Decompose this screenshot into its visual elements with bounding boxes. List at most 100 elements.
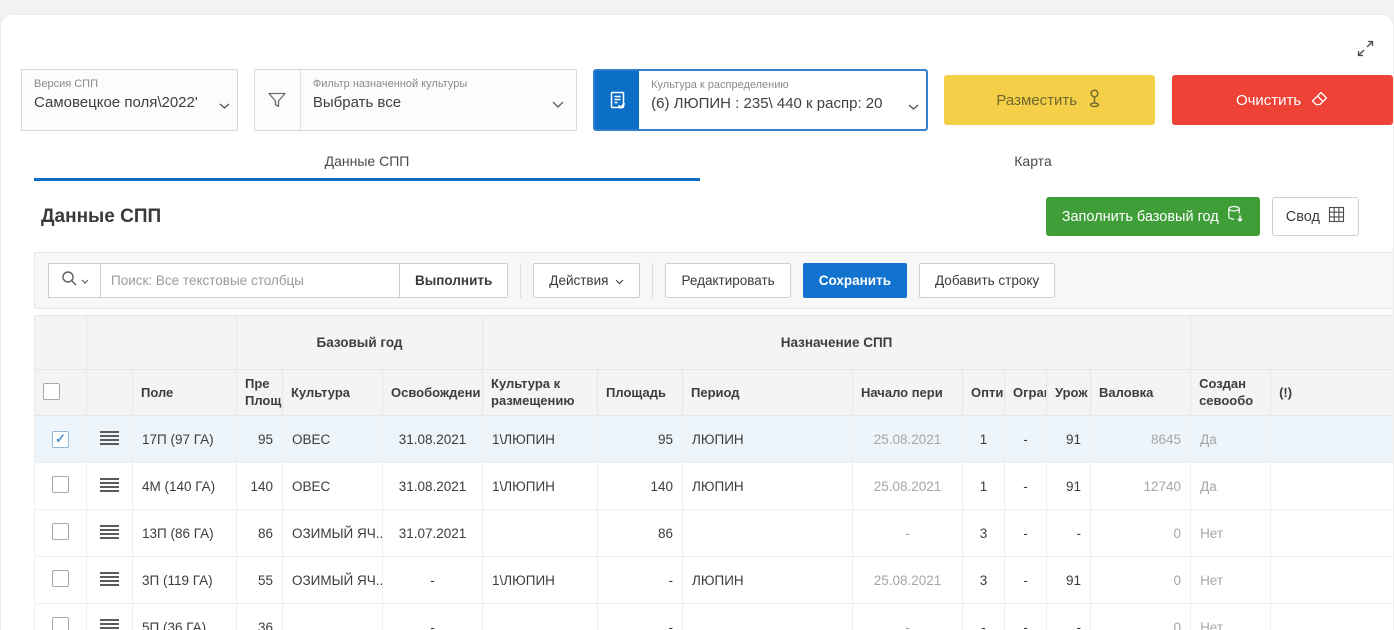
cell-optimal: 1 [963,463,1005,510]
cell-rotation-created: Нет [1191,604,1271,630]
cell-period-start: - [853,510,963,557]
version-select[interactable]: Версия СПП Самовецкое поля\2022' [21,69,238,131]
save-button[interactable]: Сохранить [803,263,907,298]
cell-period-start: - [853,604,963,630]
cell-culture [283,604,383,630]
fill-base-year-label: Заполнить базовый год [1062,209,1219,225]
col-period[interactable]: Период [683,370,853,416]
actions-button-label: Действия [549,273,608,288]
cell-gross: 8645 [1091,416,1191,463]
cell-field: 4М (140 ГА) [133,463,237,510]
cell-optimal: 3 [963,510,1005,557]
table-row[interactable]: 4М (140 ГА) 140 ОВЕС 31.08.2021 1\ЛЮПИН … [35,463,1394,510]
cell-culture-to-place [483,510,598,557]
col-field[interactable]: Поле [133,370,237,416]
actions-button[interactable]: Действия [533,263,640,298]
toolbar-divider [652,263,653,298]
cell-culture: ОВЕС [283,463,383,510]
cell-period-start: 25.08.2021 [853,416,963,463]
tab-map-label: Карта [1014,153,1051,169]
cell-culture: ОЗИМЫЙ ЯЧ... [283,557,383,604]
search-input[interactable] [100,263,400,298]
cell-area: 95 [598,416,683,463]
col-warning[interactable]: (!) [1271,370,1394,416]
cell-prev-area: 140 [237,463,283,510]
tab-map[interactable]: Карта [700,143,1366,181]
cell-field: 3П (119 ГА) [133,557,237,604]
cell-restriction: - [1005,463,1047,510]
cell-gross: 0 [1091,510,1191,557]
assigned-culture-filter[interactable]: Фильтр назначенной культуры Выбрать все [254,69,577,131]
cell-restriction: - [1005,416,1047,463]
search-icon [61,270,78,292]
row-menu-icon[interactable] [100,572,119,586]
clipboard-check-icon [595,71,639,129]
go-button[interactable]: Выполнить [400,263,508,298]
row-checkbox[interactable] [52,617,69,630]
chevron-down-icon[interactable] [908,98,919,116]
row-checkbox[interactable] [52,523,69,540]
edit-button[interactable]: Редактировать [665,263,790,298]
cell-period: ЛЮПИН [683,416,853,463]
fill-base-year-button[interactable]: Заполнить базовый год [1046,197,1260,236]
select-all-checkbox[interactable] [35,370,87,416]
table-row[interactable]: 13П (86 ГА) 86 ОЗИМЫЙ ЯЧ... 31.07.2021 8… [35,510,1394,557]
toolbar-divider [520,263,521,298]
row-checkbox[interactable] [52,570,69,587]
culture-to-distribute-select[interactable]: Культура к распределению (6) ЛЮПИН : 235… [593,69,928,131]
table-row[interactable]: ✓ 17П (97 ГА) 95 ОВЕС 31.08.2021 1\ЛЮПИН… [35,416,1394,463]
add-row-button[interactable]: Добавить строку [919,263,1055,298]
cell-yield: - [1047,604,1091,630]
clear-button-label: Очистить [1236,92,1301,109]
cell-area: 140 [598,463,683,510]
column-group-row: Базовый год Назначение СПП [35,316,1394,370]
cell-culture-to-place [483,604,598,630]
cell-area: 86 [598,510,683,557]
cell-release: 31.08.2021 [383,416,483,463]
row-menu-icon[interactable] [100,431,119,445]
table-row[interactable]: 5П (36 ГА) 36 - - - - - - 0 Нет [35,604,1394,630]
cell-yield: 91 [1047,416,1091,463]
cell-culture-to-place: 1\ЛЮПИН [483,416,598,463]
row-menu-icon[interactable] [100,619,119,630]
col-rotation-created[interactable]: Создан севообо [1191,370,1271,416]
place-button[interactable]: Разместить [944,75,1155,125]
cell-rotation-created: Нет [1191,510,1271,557]
chevron-down-icon [81,272,89,290]
clear-button[interactable]: Очистить [1172,75,1393,125]
table-row[interactable]: 3П (119 ГА) 55 ОЗИМЫЙ ЯЧ... - 1\ЛЮПИН - … [35,557,1394,604]
cell-prev-area: 36 [237,604,283,630]
funnel-icon [255,70,301,130]
col-prev-area[interactable]: Пре Площ [237,370,283,416]
col-gross[interactable]: Валовка [1091,370,1191,416]
col-restriction[interactable]: Огран [1005,370,1047,416]
row-checkbox[interactable]: ✓ [52,431,69,448]
col-culture-to-place[interactable]: Культура к размещению [483,370,598,416]
expand-icon[interactable] [1356,39,1375,63]
row-menu-icon[interactable] [100,525,119,539]
row-checkbox[interactable] [52,476,69,493]
row-menu-icon[interactable] [100,478,119,492]
page-title: Данные СПП [41,206,1046,228]
cell-rotation-created: Нет [1191,557,1271,604]
tab-spp-data[interactable]: Данные СПП [34,143,700,181]
col-culture[interactable]: Культура [283,370,383,416]
cell-restriction: - [1005,604,1047,630]
culture-label: Культура к распределению [651,79,900,91]
chevron-down-icon[interactable] [219,97,230,115]
chevron-down-icon[interactable] [552,96,564,114]
col-yield[interactable]: Урож [1047,370,1091,416]
cell-area: - [598,557,683,604]
cell-prev-area: 95 [237,416,283,463]
summary-button[interactable]: Свод [1272,197,1359,236]
cell-optimal: 1 [963,416,1005,463]
col-release[interactable]: Освобождени [383,370,483,416]
col-optimal[interactable]: Опти [963,370,1005,416]
cell-rotation-created: Да [1191,463,1271,510]
summary-button-label: Свод [1286,209,1320,225]
cell-warning [1271,557,1394,604]
main-region: Версия СПП Самовецкое поля\2022' Фильтр … [0,14,1394,630]
search-options-button[interactable] [48,263,100,298]
col-area[interactable]: Площадь [598,370,683,416]
col-period-start[interactable]: Начало пери [853,370,963,416]
